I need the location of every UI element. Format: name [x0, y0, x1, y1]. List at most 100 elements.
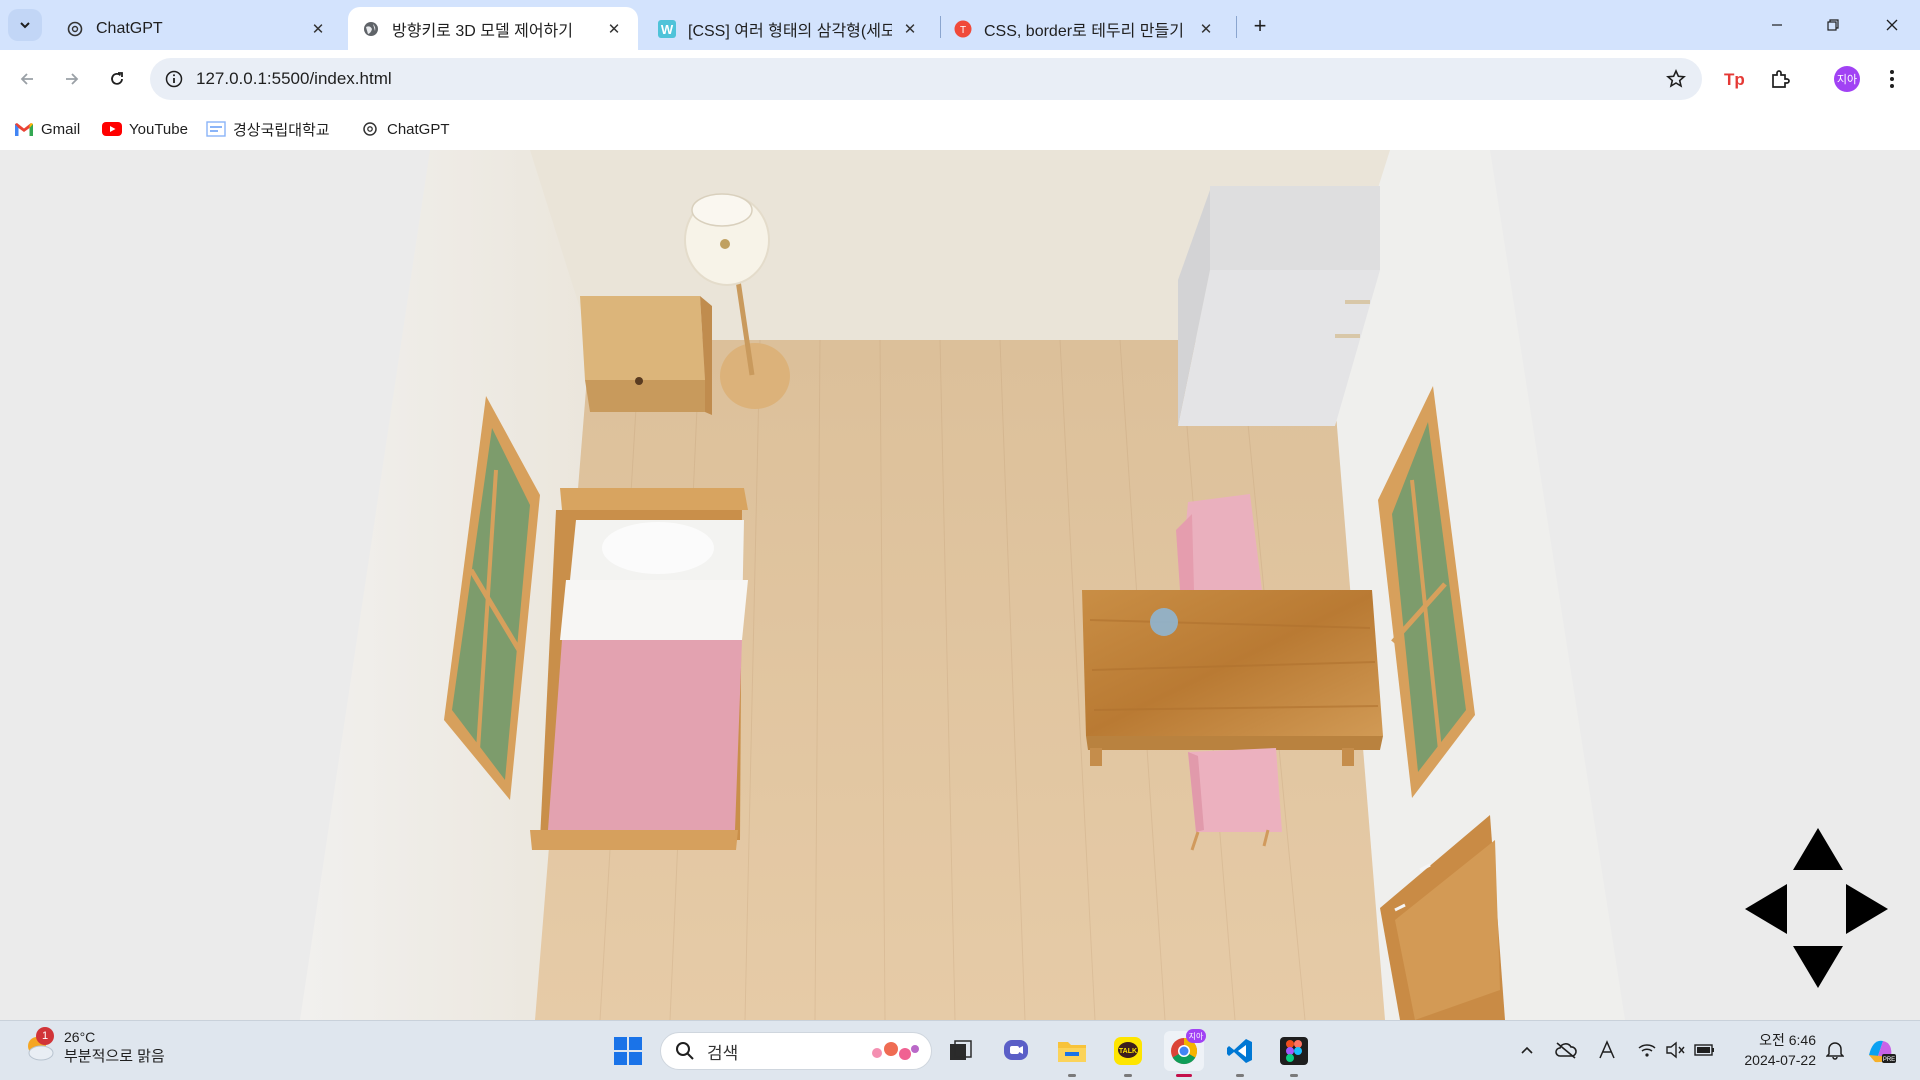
menu-kebab-icon[interactable]	[1876, 63, 1908, 95]
battery-icon[interactable]	[1692, 1037, 1718, 1063]
site-info-icon[interactable]	[160, 65, 188, 93]
minimize-button[interactable]	[1757, 8, 1797, 42]
close-icon[interactable]: ✕	[900, 19, 920, 39]
taskbar-search-box[interactable]: 검색	[660, 1032, 932, 1070]
scene-viewport[interactable]	[0, 150, 1920, 1020]
system-clock[interactable]: 오전 6:46 2024-07-22	[1736, 1030, 1816, 1070]
avatar: 지아	[1834, 66, 1860, 92]
bookmark-label: YouTube	[129, 120, 188, 138]
close-icon[interactable]: ✕	[308, 19, 328, 39]
restore-button[interactable]	[1813, 8, 1853, 42]
bookmark-gmail[interactable]: Gmail	[14, 116, 80, 142]
tab-3d-model[interactable]: 방향키로 3D 모델 제어하기 ✕	[348, 7, 638, 50]
reload-button[interactable]	[100, 62, 134, 96]
vscode-app[interactable]	[1220, 1031, 1260, 1077]
bookmark-university[interactable]: 경상국립대학교	[206, 116, 330, 142]
svg-text:TALK: TALK	[1119, 1048, 1137, 1055]
chrome-app[interactable]: 지아	[1164, 1029, 1206, 1077]
task-view-icon	[950, 1040, 972, 1060]
weather-partly-sunny-icon: 1	[22, 1026, 56, 1065]
room-scene	[0, 150, 1920, 1020]
search-icon	[676, 1042, 694, 1060]
back-arrow-icon	[20, 73, 33, 85]
profile-avatar[interactable]: 지아	[1831, 63, 1863, 95]
weather-condition: 부분적으로 맑음	[64, 1048, 165, 1065]
close-window-button[interactable]	[1872, 8, 1912, 42]
figma-app[interactable]	[1274, 1031, 1314, 1077]
university-icon	[206, 121, 226, 137]
kakaotalk-app[interactable]: TALK	[1108, 1031, 1148, 1077]
running-indicator	[1236, 1074, 1244, 1077]
tab-css-border[interactable]: T CSS, border로 테두리 만들기 및 ✕	[940, 7, 1230, 50]
tab-title: 방향키로 3D 모델 제어하기	[392, 22, 573, 40]
close-icon[interactable]: ✕	[604, 19, 624, 39]
tab-strip: ChatGPT ✕ 방향키로 3D 모델 제어하기 ✕ W [CSS] 여러 형…	[0, 0, 1920, 50]
wifi-icon[interactable]	[1634, 1037, 1660, 1063]
figma-icon	[1280, 1037, 1308, 1065]
arrow-right-button[interactable]	[1846, 884, 1888, 934]
bookmark-label: Gmail	[41, 120, 81, 138]
youtube-icon	[102, 121, 122, 137]
onedrive-offline-icon[interactable]	[1553, 1037, 1579, 1063]
gmail-icon	[14, 121, 34, 137]
chrome-profile-badge: 지아	[1186, 1029, 1206, 1043]
address-bar[interactable]: 127.0.0.1:5500/index.html	[150, 58, 1702, 100]
desk	[1082, 590, 1383, 766]
arrow-up-button[interactable]	[1793, 828, 1843, 870]
notification-badge: 1	[36, 1026, 54, 1045]
bookmark-star-icon[interactable]	[1664, 67, 1688, 91]
w-icon: W	[658, 19, 676, 38]
windows-start-icon	[614, 1037, 642, 1065]
weather-widget[interactable]: 1 26°C 부분적으로 맑음	[22, 1026, 165, 1066]
tab-chatgpt[interactable]: ChatGPT ✕	[52, 7, 342, 50]
bookmark-youtube[interactable]: YouTube	[102, 116, 188, 142]
running-indicator	[1176, 1074, 1192, 1077]
globe-icon	[362, 20, 380, 38]
close-icon[interactable]: ✕	[1196, 19, 1216, 39]
tab-css-triangle[interactable]: W [CSS] 여러 형태의 삼각형(세모) ✕	[644, 7, 934, 50]
running-indicator	[1068, 1074, 1076, 1077]
flower-decoration-icon	[872, 1042, 919, 1060]
copilot-icon[interactable]: PRE	[1864, 1033, 1898, 1067]
tab-search-button[interactable]	[8, 9, 42, 41]
url-text[interactable]: 127.0.0.1:5500/index.html	[196, 69, 392, 89]
folder-icon	[1058, 1042, 1086, 1062]
bookmark-chatgpt[interactable]: ChatGPT	[360, 116, 450, 142]
vscode-icon	[1227, 1039, 1252, 1063]
running-indicator	[1124, 1074, 1132, 1077]
openai-icon	[66, 20, 84, 38]
openai-icon	[360, 121, 380, 137]
forward-arrow-icon	[66, 73, 79, 85]
bookmarks-bar: Gmail YouTube 경상국립대학교 ChatGPT	[0, 108, 1920, 150]
chat-app[interactable]	[996, 1031, 1036, 1071]
restore-icon	[1827, 19, 1839, 31]
extensions-puzzle-icon[interactable]	[1764, 63, 1796, 95]
forward-button[interactable]	[55, 62, 89, 96]
taskview-app[interactable]	[940, 1031, 980, 1071]
chair-back	[1176, 494, 1262, 590]
tab-title: [CSS] 여러 형태의 삼각형(세모)	[688, 22, 892, 40]
input-method-icon[interactable]	[1594, 1037, 1620, 1063]
minimize-icon	[1772, 24, 1782, 26]
reload-icon	[111, 72, 123, 85]
start-button[interactable]	[608, 1031, 648, 1071]
clock-time: 오전 6:46	[1759, 1032, 1816, 1048]
back-button[interactable]	[10, 62, 44, 96]
taskbar: 1 26°C 부분적으로 맑음 검색 TALK 지아 오전 6:46 2024-…	[0, 1020, 1920, 1080]
tp-extension-icon[interactable]: Tp	[1718, 63, 1750, 95]
red-circle-icon: T	[954, 20, 972, 38]
svg-text:PRE: PRE	[1883, 1057, 1895, 1063]
new-tab-button[interactable]: +	[1246, 12, 1274, 40]
volume-muted-icon[interactable]	[1662, 1037, 1688, 1063]
close-icon	[1886, 19, 1898, 31]
file-explorer-app[interactable]	[1052, 1031, 1092, 1077]
bookmark-label: ChatGPT	[387, 120, 450, 138]
bed	[530, 488, 748, 850]
tab-separator	[1236, 16, 1237, 38]
notifications-bell-icon[interactable]	[1822, 1037, 1848, 1063]
svg-text:Tp: Tp	[1724, 70, 1745, 89]
arrow-left-button[interactable]	[1745, 884, 1787, 934]
arrow-down-button[interactable]	[1793, 946, 1843, 988]
browser-toolbar: 127.0.0.1:5500/index.html Tp 지아	[0, 50, 1920, 108]
tray-chevron-up-icon[interactable]	[1514, 1037, 1540, 1063]
